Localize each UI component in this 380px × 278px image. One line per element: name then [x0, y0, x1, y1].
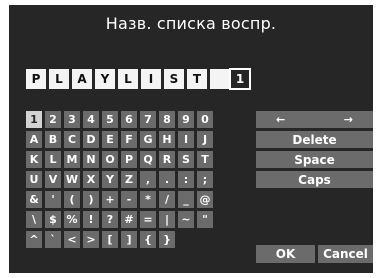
space-button[interactable]: Space: [256, 151, 373, 168]
key[interactable]: :: [178, 171, 194, 188]
playlist-name-dialog: Назв. списка воспр. P L A Y L I S T 1 1 …: [9, 5, 373, 273]
key[interactable]: \: [26, 211, 42, 228]
key[interactable]: ]: [121, 231, 137, 248]
key[interactable]: Q: [140, 151, 156, 168]
key[interactable]: !: [83, 211, 99, 228]
name-char: T: [187, 69, 207, 89]
key[interactable]: L: [45, 151, 61, 168]
key[interactable]: W: [64, 171, 80, 188]
key[interactable]: ): [83, 191, 99, 208]
key[interactable]: H: [159, 131, 175, 148]
key[interactable]: P: [121, 151, 137, 168]
key[interactable]: *: [140, 191, 156, 208]
key[interactable]: B: [45, 131, 61, 148]
name-char: L: [118, 69, 138, 89]
arrow-right-icon[interactable]: →: [344, 113, 353, 126]
delete-button[interactable]: Delete: [256, 131, 373, 148]
key[interactable]: 1: [26, 111, 42, 128]
key[interactable]: A: [26, 131, 42, 148]
key[interactable]: C: [64, 131, 80, 148]
key[interactable]: ;: [197, 171, 213, 188]
key[interactable]: +: [102, 191, 118, 208]
char-count: 1: [229, 68, 251, 90]
key[interactable]: }: [159, 231, 175, 248]
key[interactable]: [: [102, 231, 118, 248]
key[interactable]: ~: [178, 211, 194, 228]
key[interactable]: 2: [45, 111, 61, 128]
name-char-empty: [210, 69, 230, 89]
dialog-title: Назв. списка воспр.: [105, 14, 277, 33]
key[interactable]: >: [83, 231, 99, 248]
key[interactable]: U: [26, 171, 42, 188]
key[interactable]: ': [45, 191, 61, 208]
key[interactable]: `: [45, 231, 61, 248]
key[interactable]: =: [140, 211, 156, 228]
key[interactable]: .: [159, 171, 175, 188]
name-field[interactable]: P L A Y L I S T: [26, 69, 233, 89]
key[interactable]: D: [83, 131, 99, 148]
key[interactable]: @: [197, 191, 213, 208]
key[interactable]: 5: [102, 111, 118, 128]
key[interactable]: M: [64, 151, 80, 168]
cancel-button[interactable]: Cancel: [318, 245, 373, 263]
key[interactable]: J: [197, 131, 213, 148]
key[interactable]: $: [45, 211, 61, 228]
key[interactable]: S: [178, 151, 194, 168]
key[interactable]: ,: [140, 171, 156, 188]
key[interactable]: 3: [64, 111, 80, 128]
key[interactable]: _: [178, 191, 194, 208]
ok-button[interactable]: OK: [256, 245, 315, 263]
caps-button[interactable]: Caps: [256, 171, 373, 188]
key[interactable]: #: [121, 211, 137, 228]
key[interactable]: 9: [178, 111, 194, 128]
key[interactable]: ?: [102, 211, 118, 228]
key[interactable]: K: [26, 151, 42, 168]
key[interactable]: F: [121, 131, 137, 148]
name-char: S: [164, 69, 184, 89]
key[interactable]: |: [159, 211, 175, 228]
key[interactable]: 8: [159, 111, 175, 128]
key[interactable]: 0: [197, 111, 213, 128]
key[interactable]: -: [121, 191, 137, 208]
name-char: P: [26, 69, 46, 89]
key[interactable]: I: [178, 131, 194, 148]
key[interactable]: X: [83, 171, 99, 188]
name-char: Y: [95, 69, 115, 89]
key[interactable]: /: [159, 191, 175, 208]
name-char: L: [49, 69, 69, 89]
key[interactable]: (: [64, 191, 80, 208]
key[interactable]: &: [26, 191, 42, 208]
key[interactable]: N: [83, 151, 99, 168]
key[interactable]: 6: [121, 111, 137, 128]
key[interactable]: V: [45, 171, 61, 188]
key[interactable]: R: [159, 151, 175, 168]
key[interactable]: ": [197, 211, 213, 228]
key[interactable]: Z: [121, 171, 137, 188]
key[interactable]: 7: [140, 111, 156, 128]
key[interactable]: <: [64, 231, 80, 248]
arrow-left-icon[interactable]: ←: [276, 113, 285, 126]
key[interactable]: ^: [26, 231, 42, 248]
key[interactable]: G: [140, 131, 156, 148]
key[interactable]: T: [197, 151, 213, 168]
cursor-move-button[interactable]: ← →: [256, 111, 373, 128]
key[interactable]: O: [102, 151, 118, 168]
key[interactable]: {: [140, 231, 156, 248]
key[interactable]: %: [64, 211, 80, 228]
name-char: I: [141, 69, 161, 89]
character-keyboard: 1 2 3 4 5 6 7 8 9 0 A B C D E F G H I J …: [26, 111, 251, 248]
key[interactable]: 4: [83, 111, 99, 128]
key[interactable]: E: [102, 131, 118, 148]
key[interactable]: Y: [102, 171, 118, 188]
name-char: A: [72, 69, 92, 89]
